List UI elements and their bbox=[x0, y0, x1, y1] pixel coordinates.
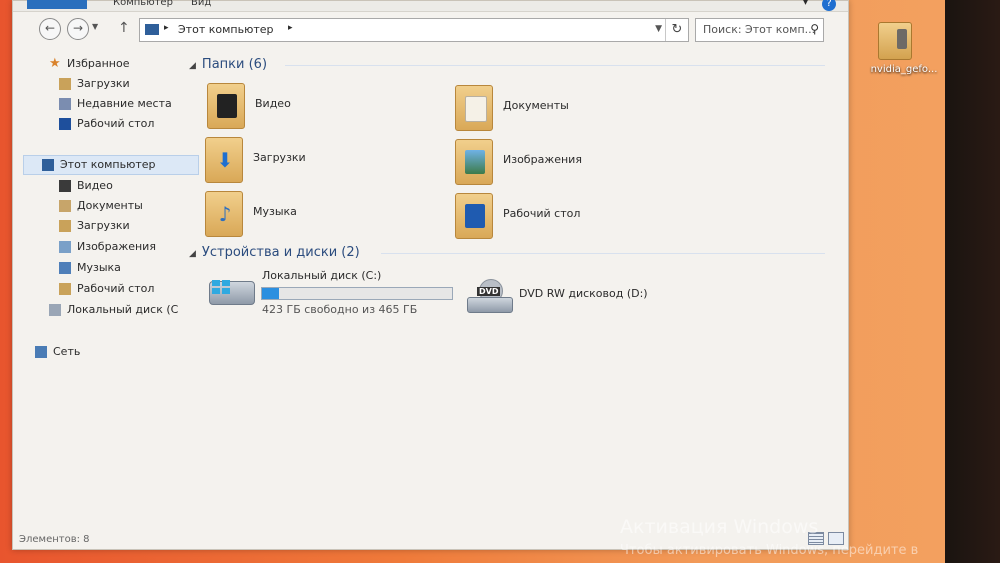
folder-music[interactable]: ♪ Музыка bbox=[205, 191, 425, 241]
pictures-folder-icon bbox=[455, 139, 493, 185]
sidebar-item-this-pc[interactable]: Этот компьютер bbox=[23, 155, 199, 175]
folder-videos[interactable]: Видео bbox=[207, 83, 427, 133]
drive-d-name: DVD RW дисковод (D:) bbox=[519, 287, 648, 300]
drive-d[interactable]: DVD DVD RW дисковод (D:) bbox=[467, 271, 717, 321]
up-button[interactable]: ↑ bbox=[118, 20, 130, 36]
sidebar-item-documents[interactable]: Документы bbox=[59, 197, 143, 215]
sidebar-item-videos[interactable]: Видео bbox=[59, 177, 113, 195]
drive-c-usage-fill bbox=[262, 288, 280, 299]
star-icon: ★ bbox=[49, 56, 61, 71]
ribbon-tabs: Компьютер Вид ▾ ? bbox=[13, 0, 848, 12]
refresh-button[interactable]: ↻ bbox=[665, 19, 688, 41]
documents-folder-icon bbox=[455, 85, 493, 131]
network-icon bbox=[35, 346, 47, 358]
downloads-icon bbox=[59, 78, 71, 90]
group-divider bbox=[285, 65, 825, 66]
drive-icon bbox=[49, 304, 61, 316]
sidebar-item-desktop-pc[interactable]: Рабочий стол bbox=[59, 280, 154, 298]
sidebar-item-network[interactable]: Сеть bbox=[35, 343, 80, 361]
navigation-bar: ← → ▼ ↑ ▸ Этот компьютер ▸ ▼ ↻ Поиск: Эт… bbox=[13, 13, 848, 47]
folder-desktop[interactable]: Рабочий стол bbox=[455, 193, 675, 243]
desktop-icon bbox=[59, 118, 71, 130]
pictures-folder-icon bbox=[59, 241, 71, 253]
sidebar-item-downloads-pc[interactable]: Загрузки bbox=[59, 217, 130, 235]
hard-drive-icon bbox=[209, 280, 255, 305]
explorer-window: Компьютер Вид ▾ ? ← → ▼ ↑ ▸ Этот компьют… bbox=[12, 0, 849, 550]
sidebar-item-downloads[interactable]: Загрузки bbox=[59, 75, 130, 93]
recent-places-icon bbox=[59, 98, 71, 110]
breadcrumb-separator-icon[interactable]: ▸ bbox=[164, 23, 169, 33]
collapse-icon[interactable]: ◢ bbox=[189, 61, 196, 71]
search-icon[interactable]: ⚲ bbox=[810, 22, 819, 36]
sidebar-item-desktop[interactable]: Рабочий стол bbox=[59, 115, 154, 133]
drive-body-icon bbox=[467, 297, 513, 313]
folder-downloads[interactable]: ⬇ Загрузки bbox=[205, 137, 425, 187]
music-folder-icon bbox=[59, 262, 71, 274]
downloads-folder-icon: ⬇ bbox=[205, 137, 243, 183]
sidebar-item-pictures[interactable]: Изображения bbox=[59, 238, 156, 256]
activation-watermark-title: Активация Windows bbox=[620, 516, 819, 538]
drive-c[interactable]: Локальный диск (C:) 423 ГБ свободно из 4… bbox=[209, 269, 459, 319]
folder-documents[interactable]: Документы bbox=[455, 85, 675, 135]
drive-c-usage-bar bbox=[261, 287, 453, 300]
monitor-bezel bbox=[945, 0, 1000, 563]
status-item-count: Элементов: 8 bbox=[19, 534, 90, 545]
address-bar[interactable]: ▸ Этот компьютер ▸ ▼ ↻ bbox=[139, 18, 689, 42]
sidebar-item-music[interactable]: Музыка bbox=[59, 259, 121, 277]
forward-button[interactable]: → bbox=[67, 18, 89, 40]
content-pane: ◢ Папки (6) Видео Документы ⬇ Загрузки Из… bbox=[185, 49, 848, 529]
documents-folder-icon bbox=[59, 200, 71, 212]
desktop-icon-label: nvidia_gefo... bbox=[870, 64, 938, 75]
sidebar-item-favorites[interactable]: ★ Избранное bbox=[49, 55, 129, 73]
zip-folder-icon bbox=[878, 22, 912, 60]
dvd-drive-icon: DVD bbox=[467, 279, 513, 313]
computer-icon bbox=[145, 24, 159, 35]
recent-locations-dropdown[interactable]: ▼ bbox=[92, 22, 98, 31]
tab-file[interactable] bbox=[27, 0, 87, 9]
desktop-folder-icon bbox=[455, 193, 493, 239]
drive-c-free-space: 423 ГБ свободно из 465 ГБ bbox=[262, 303, 418, 316]
desktop-icon-nvidia[interactable]: nvidia_gefo... bbox=[864, 18, 944, 88]
breadcrumb-separator-icon[interactable]: ▸ bbox=[288, 23, 293, 33]
group-header-folders[interactable]: ◢ Папки (6) bbox=[189, 57, 267, 72]
group-divider bbox=[381, 253, 825, 254]
drive-c-name: Локальный диск (C:) bbox=[262, 269, 382, 282]
breadcrumb-this-pc[interactable]: Этот компьютер bbox=[178, 23, 274, 36]
folder-pictures[interactable]: Изображения bbox=[455, 139, 675, 189]
ribbon-expand-icon[interactable]: ▾ bbox=[803, 0, 808, 8]
navigation-pane: ★ Избранное Загрузки Недавние места Рабоч… bbox=[13, 49, 199, 529]
video-folder-icon bbox=[59, 180, 71, 192]
computer-icon bbox=[42, 159, 54, 171]
activation-watermark-text: Чтобы активировать Windows, перейдите в bbox=[620, 543, 919, 558]
group-header-devices[interactable]: ◢ Устройства и диски (2) bbox=[189, 245, 360, 260]
tab-view[interactable]: Вид bbox=[191, 0, 211, 8]
collapse-icon[interactable]: ◢ bbox=[189, 249, 196, 259]
windows-logo-icon bbox=[212, 280, 232, 296]
search-placeholder: Поиск: Этот комп... bbox=[703, 23, 816, 36]
address-dropdown-icon[interactable]: ▼ bbox=[655, 24, 662, 34]
video-folder-icon bbox=[207, 83, 245, 129]
sidebar-item-local-disk[interactable]: Локальный диск (C bbox=[49, 301, 178, 319]
tab-computer[interactable]: Компьютер bbox=[113, 0, 173, 8]
music-folder-icon: ♪ bbox=[205, 191, 243, 237]
back-button[interactable]: ← bbox=[39, 18, 61, 40]
search-input[interactable]: Поиск: Этот комп... ⚲ bbox=[695, 18, 824, 42]
help-icon[interactable]: ? bbox=[822, 0, 836, 11]
downloads-folder-icon bbox=[59, 220, 71, 232]
desktop-folder-icon bbox=[59, 283, 71, 295]
dvd-badge: DVD bbox=[477, 287, 501, 296]
sidebar-item-recent[interactable]: Недавние места bbox=[59, 95, 172, 113]
